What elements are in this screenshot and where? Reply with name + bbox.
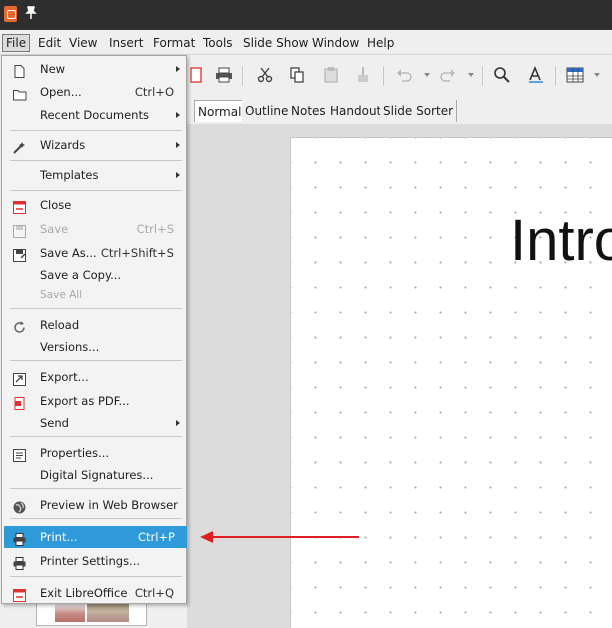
redo-icon[interactable] — [437, 64, 459, 86]
globe-icon — [13, 499, 26, 514]
submenu-arrow-icon — [176, 172, 180, 178]
new-document-icon — [13, 63, 26, 78]
undo-icon[interactable] — [393, 64, 415, 86]
cut-icon[interactable] — [254, 64, 276, 86]
menu-item-versions[interactable]: Versions... — [4, 336, 186, 358]
export-pdf-icon[interactable] — [185, 64, 207, 86]
impress-window: File Edit View Insert Format Tools Slide… — [0, 0, 612, 628]
menu-slide-show[interactable]: Slide Show — [240, 34, 311, 52]
menu-item-save-all[interactable]: Save All — [4, 284, 186, 306]
export-icon — [13, 371, 26, 386]
pin-icon[interactable] — [25, 6, 37, 24]
menu-item-open[interactable]: Open... Ctrl+O — [4, 81, 186, 103]
pdf-icon — [13, 395, 26, 410]
menu-window[interactable]: Window — [309, 34, 362, 52]
menu-item-reload[interactable]: Reload — [4, 314, 186, 336]
menu-item-print[interactable]: Print... Ctrl+P — [4, 526, 187, 548]
wizard-wand-icon — [13, 139, 26, 154]
printer-settings-icon — [13, 555, 26, 570]
menu-help[interactable]: Help — [364, 34, 397, 52]
menu-item-export[interactable]: Export... — [4, 366, 186, 388]
menu-item-close[interactable]: Close — [4, 194, 186, 216]
annotation-arrow-icon — [200, 531, 359, 543]
menu-item-save-copy[interactable]: Save a Copy... — [4, 264, 186, 286]
undo-dropdown-icon[interactable] — [424, 73, 430, 77]
menu-item-preview-web[interactable]: Preview in Web Browser — [4, 494, 186, 516]
print-icon[interactable] — [213, 64, 235, 86]
find-replace-icon[interactable] — [491, 64, 513, 86]
exit-icon — [13, 587, 26, 602]
save-icon — [13, 223, 26, 238]
menu-edit[interactable]: Edit — [35, 34, 64, 52]
redo-dropdown-icon[interactable] — [468, 73, 474, 77]
tab-outline[interactable]: Outline — [242, 100, 293, 122]
clone-formatting-icon[interactable] — [352, 64, 374, 86]
menu-item-printer-settings[interactable]: Printer Settings... — [4, 550, 186, 572]
paste-icon[interactable] — [320, 64, 342, 86]
thumbnail-image — [87, 604, 129, 622]
file-menu: New Open... Ctrl+O Recent Documents Wiza… — [1, 55, 187, 604]
submenu-arrow-icon — [176, 112, 180, 118]
menu-insert[interactable]: Insert — [106, 34, 146, 52]
standard-toolbar — [187, 56, 612, 96]
menu-tools[interactable]: Tools — [200, 34, 236, 52]
menu-item-export-pdf[interactable]: Export as PDF... — [4, 390, 186, 412]
menu-item-exit[interactable]: Exit LibreOffice Ctrl+Q — [4, 582, 186, 604]
close-document-icon — [13, 199, 26, 214]
menu-format[interactable]: Format — [150, 34, 198, 52]
menu-item-properties[interactable]: Properties... — [4, 442, 186, 464]
menu-bar: File Edit View Insert Format Tools Slide… — [0, 30, 612, 55]
menu-item-new[interactable]: New — [4, 58, 186, 80]
table-dropdown-icon[interactable] — [594, 73, 600, 77]
reload-icon — [13, 319, 26, 333]
save-as-icon — [13, 247, 26, 262]
menu-item-templates[interactable]: Templates — [4, 164, 186, 186]
menu-item-save-as[interactable]: Save As... Ctrl+Shift+S — [4, 242, 186, 264]
properties-icon — [13, 447, 26, 462]
open-folder-icon — [13, 86, 27, 101]
menu-item-send[interactable]: Send — [4, 412, 186, 434]
table-icon[interactable] — [564, 64, 586, 86]
submenu-arrow-icon — [176, 420, 180, 426]
menu-item-save[interactable]: Save Ctrl+S — [4, 218, 186, 240]
thumbnail-image — [55, 604, 85, 622]
tab-handout[interactable]: Handout — [327, 100, 386, 122]
submenu-arrow-icon — [176, 142, 180, 148]
copy-icon[interactable] — [286, 64, 308, 86]
menu-file[interactable]: File — [2, 34, 31, 52]
print-icon — [13, 531, 26, 546]
tab-slide-sorter[interactable]: Slide Sorter — [380, 100, 458, 122]
menu-item-digital-signatures[interactable]: Digital Signatures... — [4, 464, 186, 486]
menu-item-recent-documents[interactable]: Recent Documents — [4, 104, 186, 126]
tab-normal[interactable]: Normal — [194, 100, 246, 122]
title-bar — [0, 0, 612, 30]
menu-view[interactable]: View — [66, 34, 100, 52]
tab-notes[interactable]: Notes — [288, 100, 330, 122]
menu-item-wizards[interactable]: Wizards — [4, 134, 186, 156]
libreoffice-impress-icon — [4, 6, 17, 22]
slide-title-text[interactable]: Intro — [510, 206, 612, 276]
spelling-icon[interactable] — [525, 64, 547, 86]
submenu-arrow-icon — [176, 66, 180, 72]
